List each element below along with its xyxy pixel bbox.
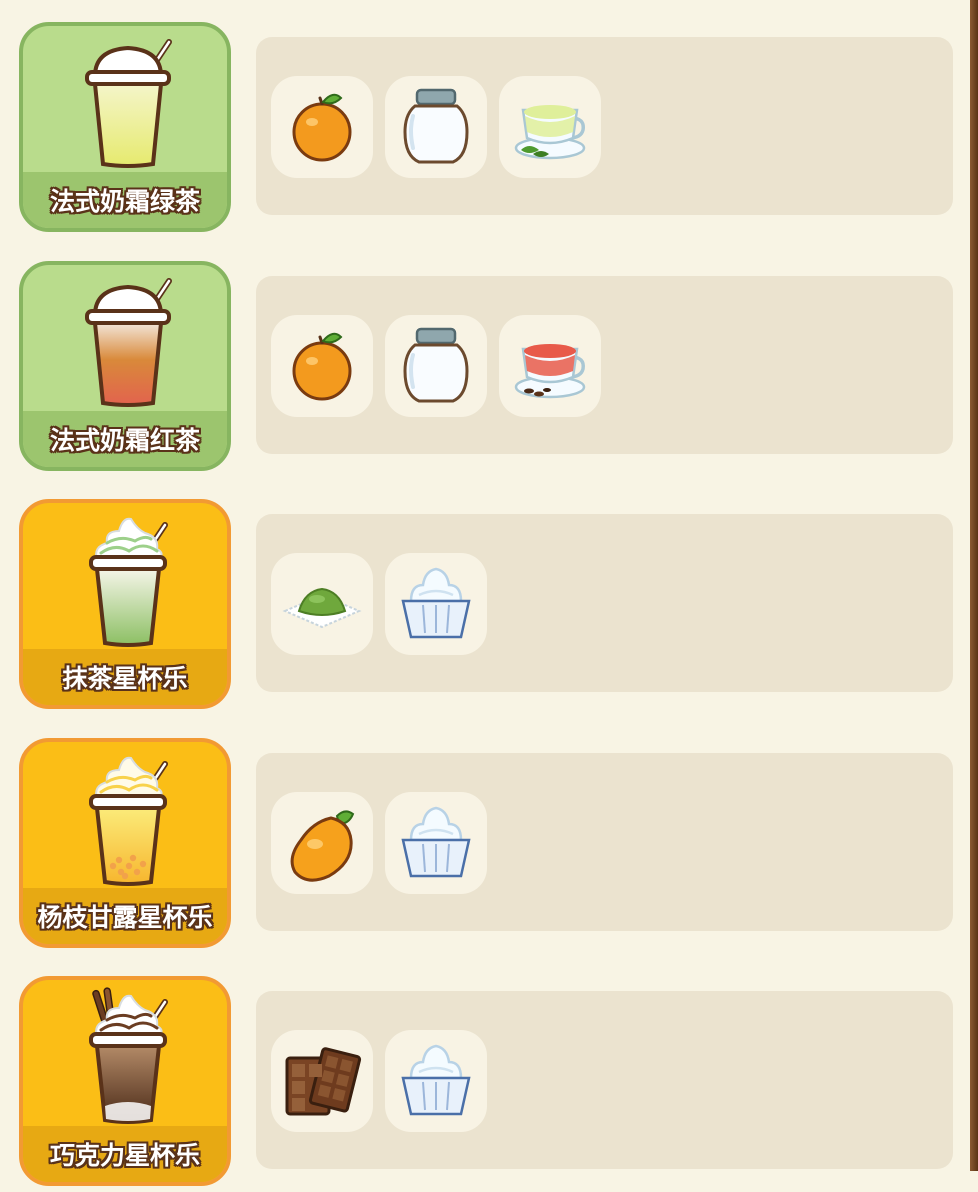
chocolate-bar-icon xyxy=(279,1038,365,1124)
drink-name-band: 巧克力星杯乐 xyxy=(23,1126,227,1182)
matcha-powder-icon xyxy=(279,561,365,647)
recipe-row: 巧克力星杯乐 xyxy=(0,954,970,1192)
ingredient-slot[interactable] xyxy=(385,1030,487,1132)
drink-name: 法式奶霜绿茶 xyxy=(49,187,200,216)
recipe-row: 杨枝甘露星杯乐 xyxy=(0,716,970,954)
ingredient-slot[interactable] xyxy=(385,314,487,417)
orange-icon xyxy=(279,323,365,409)
ingredient-slot[interactable] xyxy=(271,553,373,655)
ingredient-slot[interactable] xyxy=(271,314,373,417)
ingredient-slot[interactable] xyxy=(271,76,373,178)
black-tea-cup-icon xyxy=(507,323,593,409)
milk-jar-icon xyxy=(393,323,479,409)
mango-icon xyxy=(279,800,365,886)
ingredient-panel xyxy=(256,37,953,215)
drink-card[interactable]: 杨枝甘露星杯乐 xyxy=(19,737,231,948)
orange-icon xyxy=(279,84,365,170)
drink-name-band: 法式奶霜红茶 xyxy=(23,410,227,467)
recipe-row: 抹茶星杯乐 xyxy=(0,477,970,715)
ingredient-slot[interactable] xyxy=(499,314,601,417)
drink-name-band: 抹茶星杯乐 xyxy=(23,649,227,705)
green-tea-cream-drink-icon xyxy=(73,32,183,177)
ingredient-slot[interactable] xyxy=(271,1030,373,1132)
drink-card[interactable]: 巧克力星杯乐 xyxy=(19,976,231,1186)
ingredient-slot[interactable] xyxy=(385,791,487,894)
ingredient-slot[interactable] xyxy=(385,553,487,655)
mango-frappe-icon xyxy=(73,748,183,893)
drink-card[interactable]: 抹茶星杯乐 xyxy=(19,499,231,709)
milk-jar-icon xyxy=(393,84,479,170)
ingredient-slot[interactable] xyxy=(271,791,373,894)
recipe-row: 法式奶霜绿茶 xyxy=(0,0,970,238)
drink-card[interactable]: 法式奶霜绿茶 xyxy=(19,22,231,232)
ingredient-panel xyxy=(256,991,953,1169)
ingredient-panel xyxy=(256,275,953,454)
green-tea-cup-icon xyxy=(507,84,593,170)
ice-cream-cup-icon xyxy=(393,1038,479,1124)
drink-name: 抹茶星杯乐 xyxy=(62,664,188,693)
ingredient-panel xyxy=(256,752,953,931)
ice-cream-cup-icon xyxy=(393,800,479,886)
ice-cream-cup-icon xyxy=(393,561,479,647)
drink-name-band: 法式奶霜绿茶 xyxy=(23,172,227,228)
drink-name: 杨枝甘露星杯乐 xyxy=(37,902,213,932)
side-scroll-edge xyxy=(970,0,978,1171)
drink-name-band: 杨枝甘露星杯乐 xyxy=(23,887,227,944)
drink-name: 巧克力星杯乐 xyxy=(49,1141,200,1170)
ingredient-slot[interactable] xyxy=(385,76,487,178)
drink-card[interactable]: 法式奶霜红茶 xyxy=(19,260,231,471)
chocolate-frappe-icon xyxy=(73,986,183,1131)
ingredient-panel xyxy=(256,514,953,692)
recipe-row: 法式奶霜红茶 xyxy=(0,239,970,477)
drink-name: 法式奶霜红茶 xyxy=(49,425,200,455)
ingredient-slot[interactable] xyxy=(499,76,601,178)
black-tea-cream-drink-icon xyxy=(73,271,183,416)
matcha-frappe-icon xyxy=(73,509,183,654)
